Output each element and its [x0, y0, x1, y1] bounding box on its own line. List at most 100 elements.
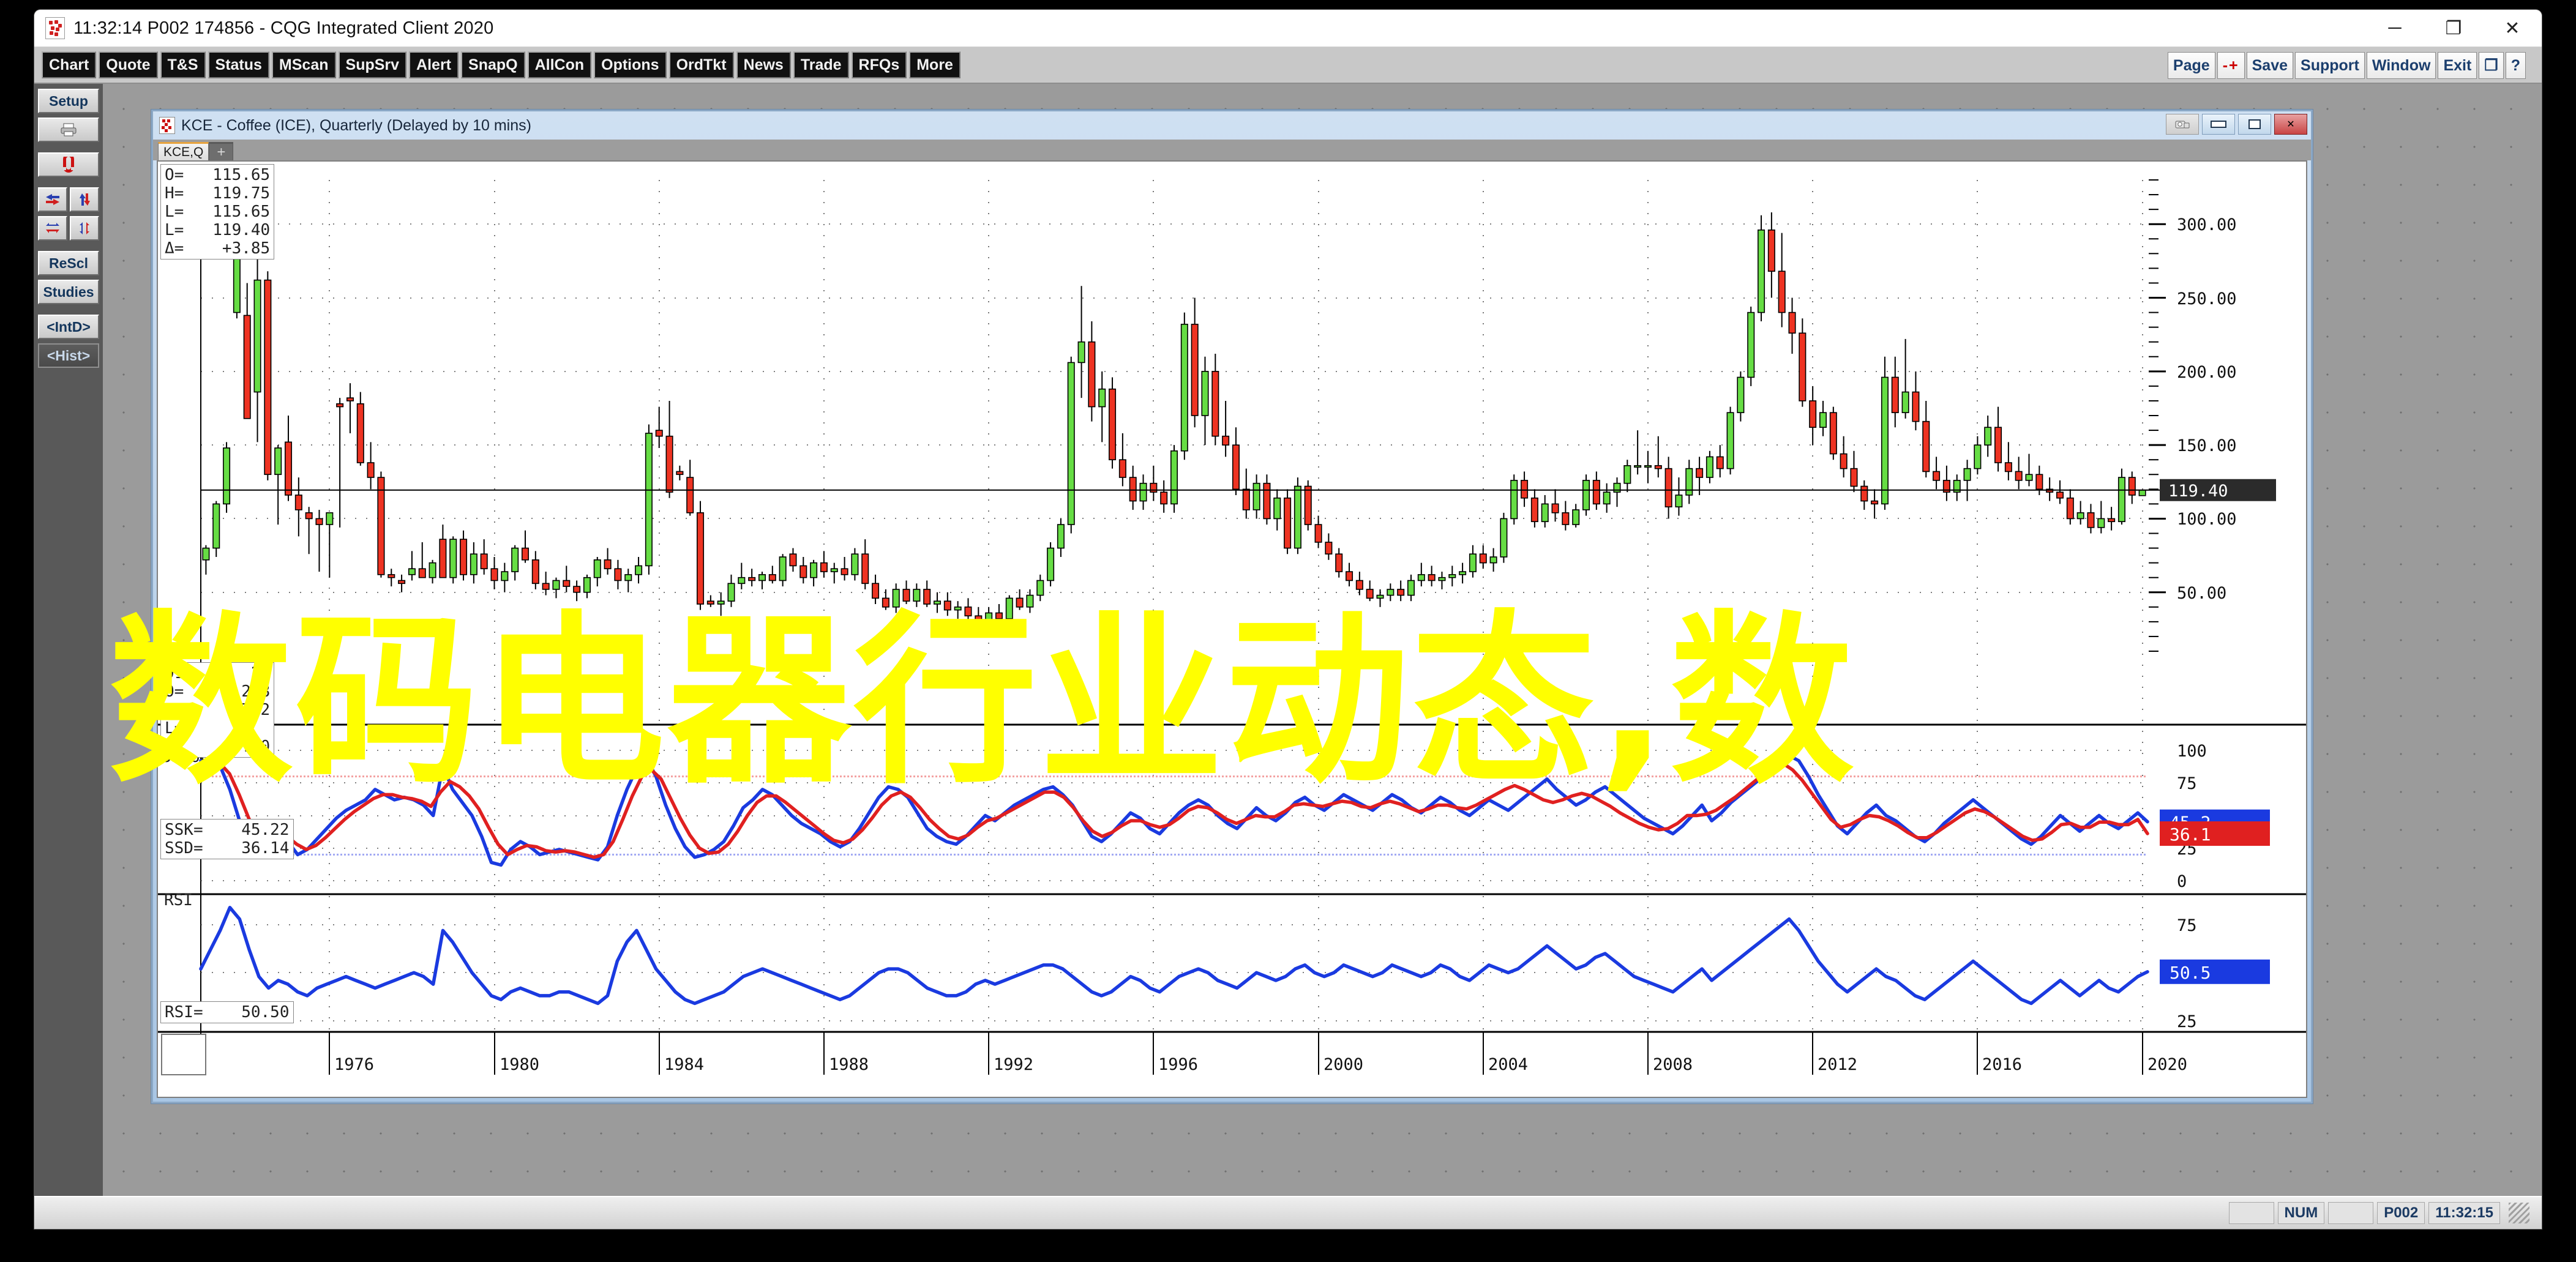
- status-time-indicator: 11:32:15: [2428, 1202, 2500, 1224]
- window-title: 11:32:14 P002 174856 - CQG Integrated Cl…: [73, 18, 494, 38]
- menu-button-chart[interactable]: Chart: [42, 51, 97, 78]
- main-menu-bar: Chart Quote T&S Status MScan SupSrv Aler…: [34, 47, 2542, 84]
- svg-text:150.00: 150.00: [2177, 436, 2237, 455]
- chart-restore-button[interactable]: [2238, 114, 2271, 135]
- svg-text:2004: 2004: [1488, 1055, 1528, 1074]
- application-body: Setup ReScl Studies <IntD> <Hist> KCE - …: [34, 84, 2542, 1196]
- window-controls: ─ ❐ ✕: [2365, 10, 2542, 47]
- support-button[interactable]: Support: [2295, 52, 2365, 79]
- svg-text:100: 100: [2177, 742, 2207, 761]
- svg-text:0: 0: [2177, 872, 2187, 891]
- sstoch-readout-box: SSK= 45.22 SSD= 36.14: [160, 819, 294, 859]
- menu-button-supsrv[interactable]: SupSrv: [338, 51, 407, 78]
- status-num-indicator: NUM: [2277, 1202, 2325, 1224]
- studies-button[interactable]: Studies: [38, 280, 99, 304]
- menu-button-ts[interactable]: T&S: [160, 51, 206, 78]
- arrow-pair-1: [38, 187, 99, 212]
- rescale-button[interactable]: ReScl: [38, 251, 99, 275]
- restore-icon[interactable]: ❐: [2479, 52, 2504, 79]
- svg-text:1980: 1980: [500, 1055, 539, 1074]
- chart-tab-row: KCE,Q +: [153, 140, 2311, 160]
- menu-button-ordtkt[interactable]: OrdTkt: [668, 51, 734, 78]
- chart-title: KCE - Coffee (ICE), Quarterly (Delayed b…: [181, 116, 531, 134]
- svg-text:1984: 1984: [664, 1055, 704, 1074]
- app-logo-icon: [45, 17, 65, 39]
- menu-button-mscan[interactable]: MScan: [271, 51, 336, 78]
- magnet-icon[interactable]: [38, 152, 99, 177]
- chart-title-bar: KCE - Coffee (ICE), Quarterly (Delayed b…: [153, 111, 2311, 140]
- svg-text:75: 75: [2177, 774, 2197, 793]
- chart-close-button[interactable]: ✕: [2274, 114, 2307, 135]
- svg-text:2012: 2012: [1818, 1055, 1857, 1074]
- svg-text:119.40: 119.40: [2168, 482, 2228, 501]
- rsi-readout-box: RSI= 50.50: [160, 1001, 294, 1023]
- history-button[interactable]: <Hist>: [38, 343, 99, 368]
- svg-text:75: 75: [2177, 916, 2197, 935]
- scroll-vertical-icon[interactable]: [70, 187, 99, 212]
- page-button[interactable]: Page: [2167, 52, 2215, 79]
- arrow-pair-2: [38, 216, 99, 241]
- status-spacer-2: [2328, 1202, 2374, 1224]
- chart-minimize-button[interactable]: [2202, 114, 2235, 135]
- menu-button-options[interactable]: Options: [594, 51, 667, 78]
- setup-button[interactable]: Setup: [38, 89, 99, 113]
- menu-button-alert[interactable]: Alert: [409, 51, 459, 78]
- save-button[interactable]: Save: [2246, 52, 2294, 79]
- chart-window-icon: [159, 117, 175, 134]
- menu-button-rfqs[interactable]: RFQs: [851, 51, 907, 78]
- maximize-button[interactable]: ❐: [2424, 10, 2483, 47]
- exit-button[interactable]: Exit: [2438, 52, 2477, 79]
- menu-button-status[interactable]: Status: [208, 51, 269, 78]
- svg-text:200.00: 200.00: [2177, 363, 2237, 382]
- svg-text:1976: 1976: [334, 1055, 374, 1074]
- mdi-desktop: KCE - Coffee (ICE), Quarterly (Delayed b…: [103, 84, 2542, 1196]
- menu-button-snapq[interactable]: SnapQ: [461, 51, 525, 78]
- svg-text:2000: 2000: [1324, 1055, 1363, 1074]
- svg-text:1992: 1992: [994, 1055, 1033, 1074]
- print-icon[interactable]: [38, 118, 99, 142]
- main-application-window: 11:32:14 P002 174856 - CQG Integrated Cl…: [34, 10, 2542, 1229]
- right-menu-group: Page -+ Save Support Window Exit ❐ ?: [2166, 52, 2526, 79]
- svg-text:300.00: 300.00: [2177, 215, 2237, 234]
- camera-icon[interactable]: [2166, 114, 2199, 135]
- intraday-button[interactable]: <IntD>: [38, 315, 99, 339]
- minimize-button[interactable]: ─: [2365, 10, 2424, 47]
- menu-button-trade[interactable]: Trade: [793, 51, 849, 78]
- menu-button-more[interactable]: More: [909, 51, 960, 78]
- svg-text:36.1: 36.1: [2170, 824, 2211, 845]
- chart-plot-area[interactable]: 1976 1980 1984 1988 1992 1996 2000 2004 2008 2012…: [157, 160, 2307, 1098]
- status-page-indicator: P002: [2377, 1202, 2425, 1224]
- svg-text:1988: 1988: [829, 1055, 869, 1074]
- svg-text:1996: 1996: [1158, 1055, 1198, 1074]
- scroll-horizontal-icon[interactable]: [38, 187, 67, 212]
- menu-button-quote[interactable]: Quote: [99, 51, 158, 78]
- help-icon[interactable]: ?: [2505, 52, 2526, 79]
- svg-text:100.00: 100.00: [2177, 510, 2237, 529]
- quote-readout-box: O= 115.65 H= 119.75 L= 115.65 L= 119.40 …: [160, 164, 275, 259]
- zoom-button[interactable]: -+: [2217, 52, 2245, 79]
- cursor-readout-box: 01 20 O= 2.8 H= 7.2 L= C= 9.40: [160, 662, 275, 758]
- svg-text:50.5: 50.5: [2170, 963, 2211, 983]
- menu-button-allcon[interactable]: AllCon: [527, 51, 592, 78]
- chart-window: KCE - Coffee (ICE), Quarterly (Delayed b…: [151, 110, 2313, 1103]
- svg-text:2008: 2008: [1653, 1055, 1693, 1074]
- status-spacer-1: [2228, 1202, 2274, 1224]
- chart-svg: 1976 1980 1984 1988 1992 1996 2000 2004 2008 2012…: [158, 162, 2306, 1097]
- title-bar: 11:32:14 P002 174856 - CQG Integrated Cl…: [34, 10, 2542, 47]
- rsi-panel-label: RSI: [164, 891, 193, 909]
- svg-text:2016: 2016: [1982, 1055, 2022, 1074]
- chart-window-controls: ✕: [2166, 114, 2307, 135]
- window-button[interactable]: Window: [2366, 52, 2436, 79]
- resize-grip-icon[interactable]: [2509, 1203, 2529, 1223]
- compress-horizontal-icon[interactable]: [38, 216, 67, 241]
- svg-text:50.00: 50.00: [2177, 584, 2226, 603]
- menu-button-news[interactable]: News: [736, 51, 791, 78]
- left-toolbar: Setup ReScl Studies <IntD> <Hist>: [34, 84, 103, 1196]
- svg-text:2020: 2020: [2147, 1055, 2187, 1074]
- status-bar: NUM P002 11:32:15: [34, 1196, 2542, 1229]
- svg-text:25: 25: [2177, 1012, 2197, 1031]
- compress-vertical-icon[interactable]: [70, 216, 99, 241]
- tab-kce-q[interactable]: KCE,Q: [158, 142, 209, 160]
- tab-add-button[interactable]: +: [209, 142, 234, 160]
- close-button[interactable]: ✕: [2483, 10, 2542, 47]
